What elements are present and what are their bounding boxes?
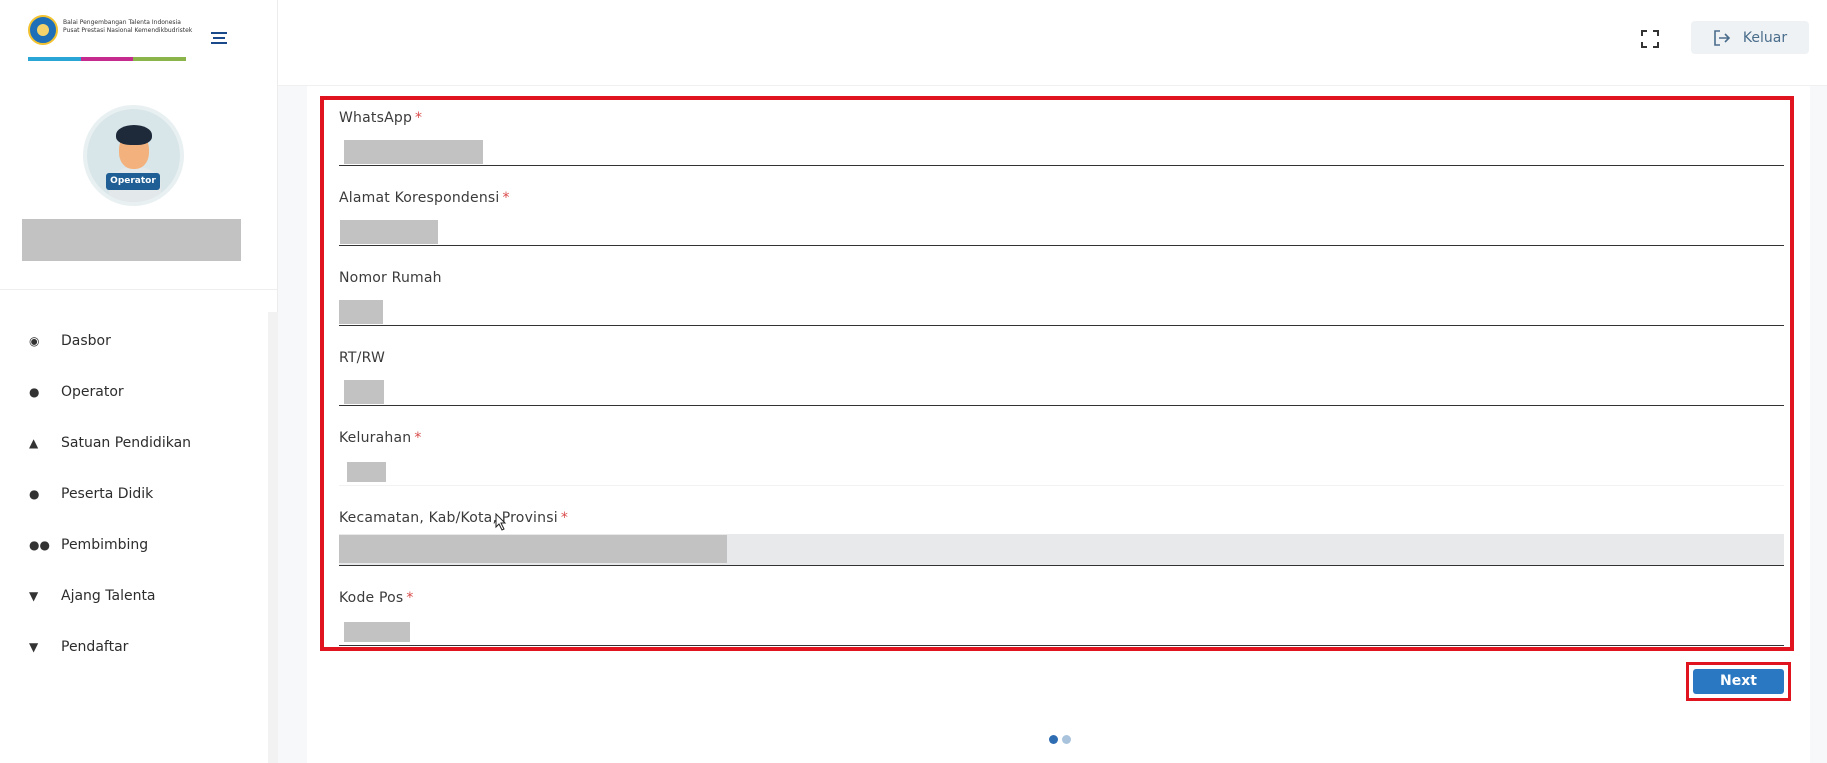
trophy-icon: ▼ [29, 639, 39, 654]
address-form: WhatsApp * Alamat Korespondensi * Nomor Ru… [320, 96, 1794, 651]
logout-icon [1714, 29, 1731, 46]
sidebar-item-dasbor[interactable]: ◉ Dasbor [0, 315, 268, 366]
field-nomor-rumah: Nomor Rumah [339, 262, 1784, 342]
sidebar-divider [0, 289, 278, 290]
sidebar-scrollbar[interactable] [268, 312, 278, 763]
field-kelurahan: Kelurahan * [339, 422, 1784, 502]
whatsapp-input[interactable] [339, 134, 1784, 166]
menu-toggle-icon[interactable] [211, 32, 227, 44]
sidebar-item-label: Satuan Pendidikan [61, 434, 192, 451]
field-rt-rw: RT/RW [339, 342, 1784, 422]
next-button[interactable]: Next [1693, 669, 1784, 694]
kode-pos-input[interactable] [339, 614, 1784, 646]
sidebar-item-label: Pendaftar [61, 638, 129, 655]
kecamatan-input[interactable] [339, 534, 1784, 566]
field-label: Kelurahan * [339, 430, 422, 446]
sidebar-item-label: Ajang Talenta [61, 587, 156, 604]
rt-rw-input[interactable] [339, 374, 1784, 406]
mouse-cursor-icon [495, 513, 507, 531]
avatar [83, 105, 184, 206]
sidebar-item-label: Operator [61, 383, 124, 400]
step-indicator [1049, 735, 1071, 744]
nomor-rumah-input[interactable] [339, 294, 1784, 326]
sidebar-item-label: Peserta Didik [61, 485, 154, 502]
brand-logo[interactable]: Balai Pengembangan Talenta Indonesia Pus… [28, 15, 192, 62]
trophy-icon: ▼ [29, 588, 39, 603]
sidebar-menu: ◉ Dasbor ● Operator ▲ Satuan Pendidikan … [0, 315, 268, 672]
field-whatsapp: WhatsApp * [339, 102, 1784, 182]
field-alamat-korespondensi: Alamat Korespondensi * [339, 182, 1784, 262]
field-label: Kode Pos * [339, 590, 414, 606]
field-label: Alamat Korespondensi * [339, 190, 510, 206]
field-label: WhatsApp * [339, 110, 423, 126]
top-bar [278, 0, 1827, 86]
user-icon: ● [29, 384, 40, 399]
logout-button[interactable]: Keluar [1691, 21, 1809, 54]
user-name-redacted [22, 219, 241, 261]
step-dot-active[interactable] [1049, 735, 1058, 744]
user-icon: ● [29, 486, 40, 501]
alamat-input[interactable] [339, 214, 1784, 246]
logo-bar-segment [133, 57, 187, 61]
field-kode-pos: Kode Pos * [339, 582, 1784, 662]
users-icon: ●● [29, 537, 50, 552]
sidebar-item-ajang-talenta[interactable]: ▼ Ajang Talenta [0, 570, 268, 621]
logo-color-bar [28, 57, 187, 61]
role-badge: Operator [106, 173, 160, 190]
logo-bar-segment [28, 57, 81, 61]
sidebar-item-pembimbing[interactable]: ●● Pembimbing [0, 519, 268, 570]
next-button-highlight: Next [1686, 662, 1791, 701]
kelurahan-select[interactable] [339, 454, 1784, 486]
logout-label: Keluar [1742, 29, 1788, 46]
field-kecamatan: Kecamatan, Kab/Kota, Provinsi * [339, 502, 1784, 582]
sidebar-item-operator[interactable]: ● Operator [0, 366, 268, 417]
sidebar-item-label: Pembimbing [61, 536, 149, 553]
sidebar: Balai Pengembangan Talenta Indonesia Pus… [0, 0, 278, 763]
step-dot[interactable] [1062, 735, 1071, 744]
logo-text: Balai Pengembangan Talenta Indonesia Pus… [63, 19, 193, 34]
field-label: Kecamatan, Kab/Kota, Provinsi * [339, 510, 569, 526]
sidebar-item-satuan-pendidikan[interactable]: ▲ Satuan Pendidikan [0, 417, 268, 468]
sidebar-item-label: Dasbor [61, 332, 111, 349]
field-label: RT/RW [339, 350, 385, 366]
graduation-cap-icon: ▲ [29, 435, 39, 450]
dashboard-icon: ◉ [29, 333, 40, 348]
logo-bar-segment [80, 57, 134, 61]
emblem-icon [28, 15, 58, 45]
fullscreen-icon[interactable] [1641, 30, 1659, 48]
sidebar-item-peserta-didik[interactable]: ● Peserta Didik [0, 468, 268, 519]
field-label: Nomor Rumah [339, 270, 442, 286]
sidebar-item-pendaftar[interactable]: ▼ Pendaftar [0, 621, 268, 672]
